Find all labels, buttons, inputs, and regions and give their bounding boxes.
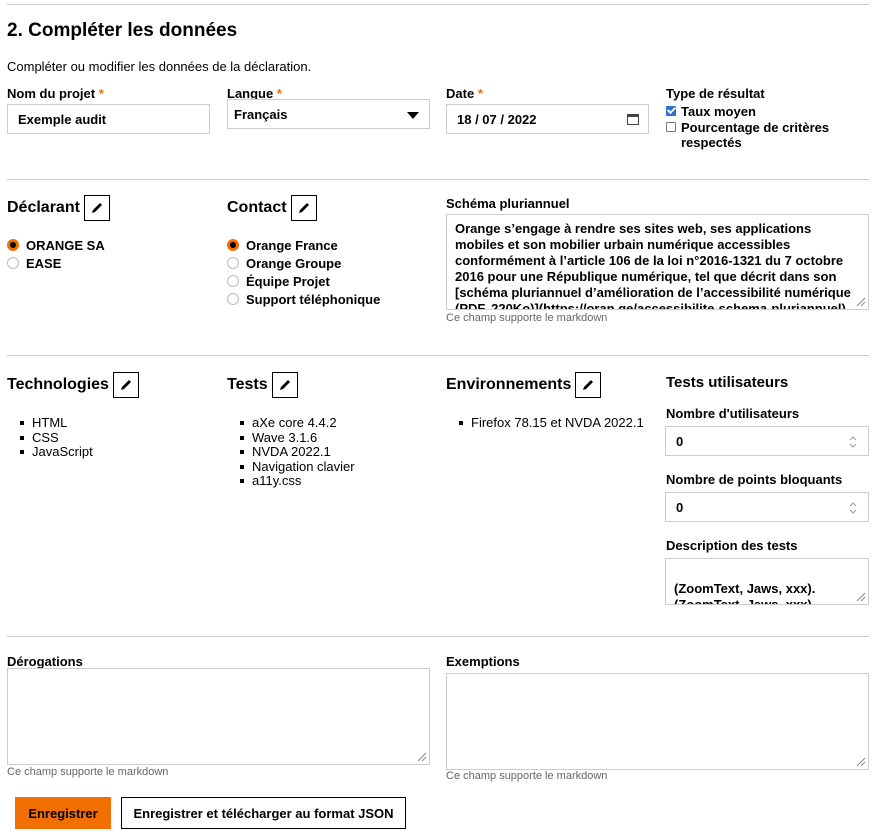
schema-label: Schéma pluriannuel: [446, 196, 570, 211]
result-type-option-average[interactable]: Taux moyen: [665, 104, 870, 119]
pencil-icon: [91, 203, 102, 213]
radio-unselected[interactable]: [7, 257, 19, 269]
project-name-input[interactable]: Exemple audit: [7, 104, 210, 134]
declarant-option-ease[interactable]: EASE: [7, 254, 105, 272]
language-select[interactable]: Français: [227, 99, 430, 129]
pencil-icon: [583, 380, 594, 390]
edit-environments-button[interactable]: [575, 372, 602, 398]
top-divider: [7, 4, 869, 5]
users-count-input[interactable]: 0: [665, 426, 869, 456]
tests-list: aXe core 4.4.2 Wave 3.1.6 NVDA 2022.1 Na…: [240, 415, 355, 489]
spinner-arrows-icon[interactable]: [849, 501, 857, 515]
edit-technologies-button[interactable]: [112, 372, 139, 398]
blocking-points-value: 0: [676, 499, 684, 515]
pencil-icon: [298, 203, 309, 213]
users-count-label: Nombre d'utilisateurs: [666, 406, 800, 421]
contact-option-orange-france[interactable]: Orange France: [227, 236, 380, 254]
result-type-option-percentage[interactable]: Pourcentage de critères respectés: [665, 120, 870, 150]
edit-declarant-button[interactable]: [83, 195, 110, 221]
edit-contact-button[interactable]: [290, 195, 317, 221]
users-count-value: 0: [676, 433, 684, 449]
contact-option-equipe-projet[interactable]: Équipe Projet: [227, 272, 380, 290]
exemptions-hint: Ce champ supporte le markdown: [446, 770, 608, 782]
blocking-points-input[interactable]: 0: [665, 492, 869, 522]
section-divider: [7, 636, 869, 637]
section-divider: [7, 179, 869, 180]
checkbox-checked[interactable]: [666, 106, 676, 116]
pencil-icon: [279, 380, 290, 390]
resize-grip-icon[interactable]: [854, 295, 866, 307]
derogations-label: Dérogations: [7, 654, 83, 669]
save-button[interactable]: Enregistrer: [15, 797, 111, 829]
user-tests-heading: Tests utilisateurs: [666, 374, 789, 391]
contact-option-orange-groupe[interactable]: Orange Groupe: [227, 254, 380, 272]
radio-selected[interactable]: [227, 239, 239, 251]
calendar-icon[interactable]: [627, 114, 639, 125]
pencil-icon: [120, 380, 131, 390]
list-item: JavaScript: [20, 444, 93, 460]
technologies-heading: Technologies: [7, 372, 139, 398]
contact-heading: Contact: [227, 195, 317, 221]
contact-option-support[interactable]: Support téléphonique: [227, 290, 380, 308]
list-item: Firefox 78.15 et NVDA 2022.1: [459, 415, 644, 431]
tests-description-textarea[interactable]: (ZoomText, Jaws, xxx). (ZoomText, Jaws, …: [665, 558, 869, 605]
project-name-label: Nom du projet *: [7, 86, 104, 101]
page-intro: Compléter ou modifier les données de la …: [7, 59, 312, 74]
contact-options: Orange France Orange Groupe Équipe Proje…: [227, 236, 380, 308]
page-title: 2. Compléter les données: [7, 20, 238, 41]
list-item: Wave 3.1.6: [240, 430, 355, 446]
resize-grip-icon[interactable]: [854, 590, 866, 602]
declarant-option-orange-sa[interactable]: ORANGE SA: [7, 236, 105, 254]
schema-hint: Ce champ supporte le markdown: [446, 312, 608, 324]
radio-unselected[interactable]: [227, 293, 239, 305]
declarant-heading: Déclarant: [7, 195, 110, 221]
technologies-list: HTML CSS JavaScript: [20, 415, 93, 460]
radio-unselected[interactable]: [227, 275, 239, 287]
list-item: Navigation clavier: [240, 459, 355, 475]
derogations-textarea[interactable]: [7, 668, 430, 765]
resize-grip-icon[interactable]: [415, 750, 427, 762]
list-item: CSS: [20, 430, 93, 446]
exemptions-textarea[interactable]: [446, 673, 869, 770]
list-item: HTML: [20, 415, 93, 431]
environments-list: Firefox 78.15 et NVDA 2022.1: [459, 415, 644, 431]
date-input[interactable]: 18 / 07 / 2022: [446, 104, 649, 134]
tests-description-label: Description des tests: [666, 538, 798, 553]
save-json-button[interactable]: Enregistrer et télécharger au format JSO…: [121, 797, 406, 829]
declarant-options: ORANGE SA EASE: [7, 236, 105, 272]
chevron-down-icon: [407, 112, 419, 119]
derogations-hint: Ce champ supporte le markdown: [7, 766, 169, 778]
list-item: NVDA 2022.1: [240, 444, 355, 460]
radio-unselected[interactable]: [227, 257, 239, 269]
spinner-arrows-icon[interactable]: [849, 435, 857, 449]
list-item: a11y.css: [240, 473, 355, 489]
environments-heading: Environnements: [446, 372, 602, 398]
language-value: Français: [234, 106, 288, 122]
result-type-group: Taux moyen Pourcentage de critères respe…: [665, 104, 870, 150]
section-divider: [7, 355, 869, 356]
resize-grip-icon[interactable]: [854, 755, 866, 767]
list-item: aXe core 4.4.2: [240, 415, 355, 431]
schema-value: Orange s’engage à rendre ses sites web, …: [455, 221, 851, 310]
edit-tests-button[interactable]: [271, 372, 298, 398]
date-value: 18 / 07 / 2022: [457, 111, 537, 127]
tests-heading: Tests: [227, 372, 298, 398]
exemptions-label: Exemptions: [446, 654, 520, 669]
radio-selected[interactable]: [7, 239, 19, 251]
date-label: Date *: [446, 86, 483, 101]
checkbox-unchecked[interactable]: [666, 122, 676, 132]
schema-textarea[interactable]: Orange s’engage à rendre ses sites web, …: [446, 214, 869, 310]
tests-description-value: (ZoomText, Jaws, xxx). (ZoomText, Jaws, …: [674, 581, 816, 605]
project-name-value: Exemple audit: [18, 111, 107, 127]
blocking-points-label: Nombre de points bloquants: [666, 472, 843, 487]
result-type-label: Type de résultat: [666, 86, 765, 101]
